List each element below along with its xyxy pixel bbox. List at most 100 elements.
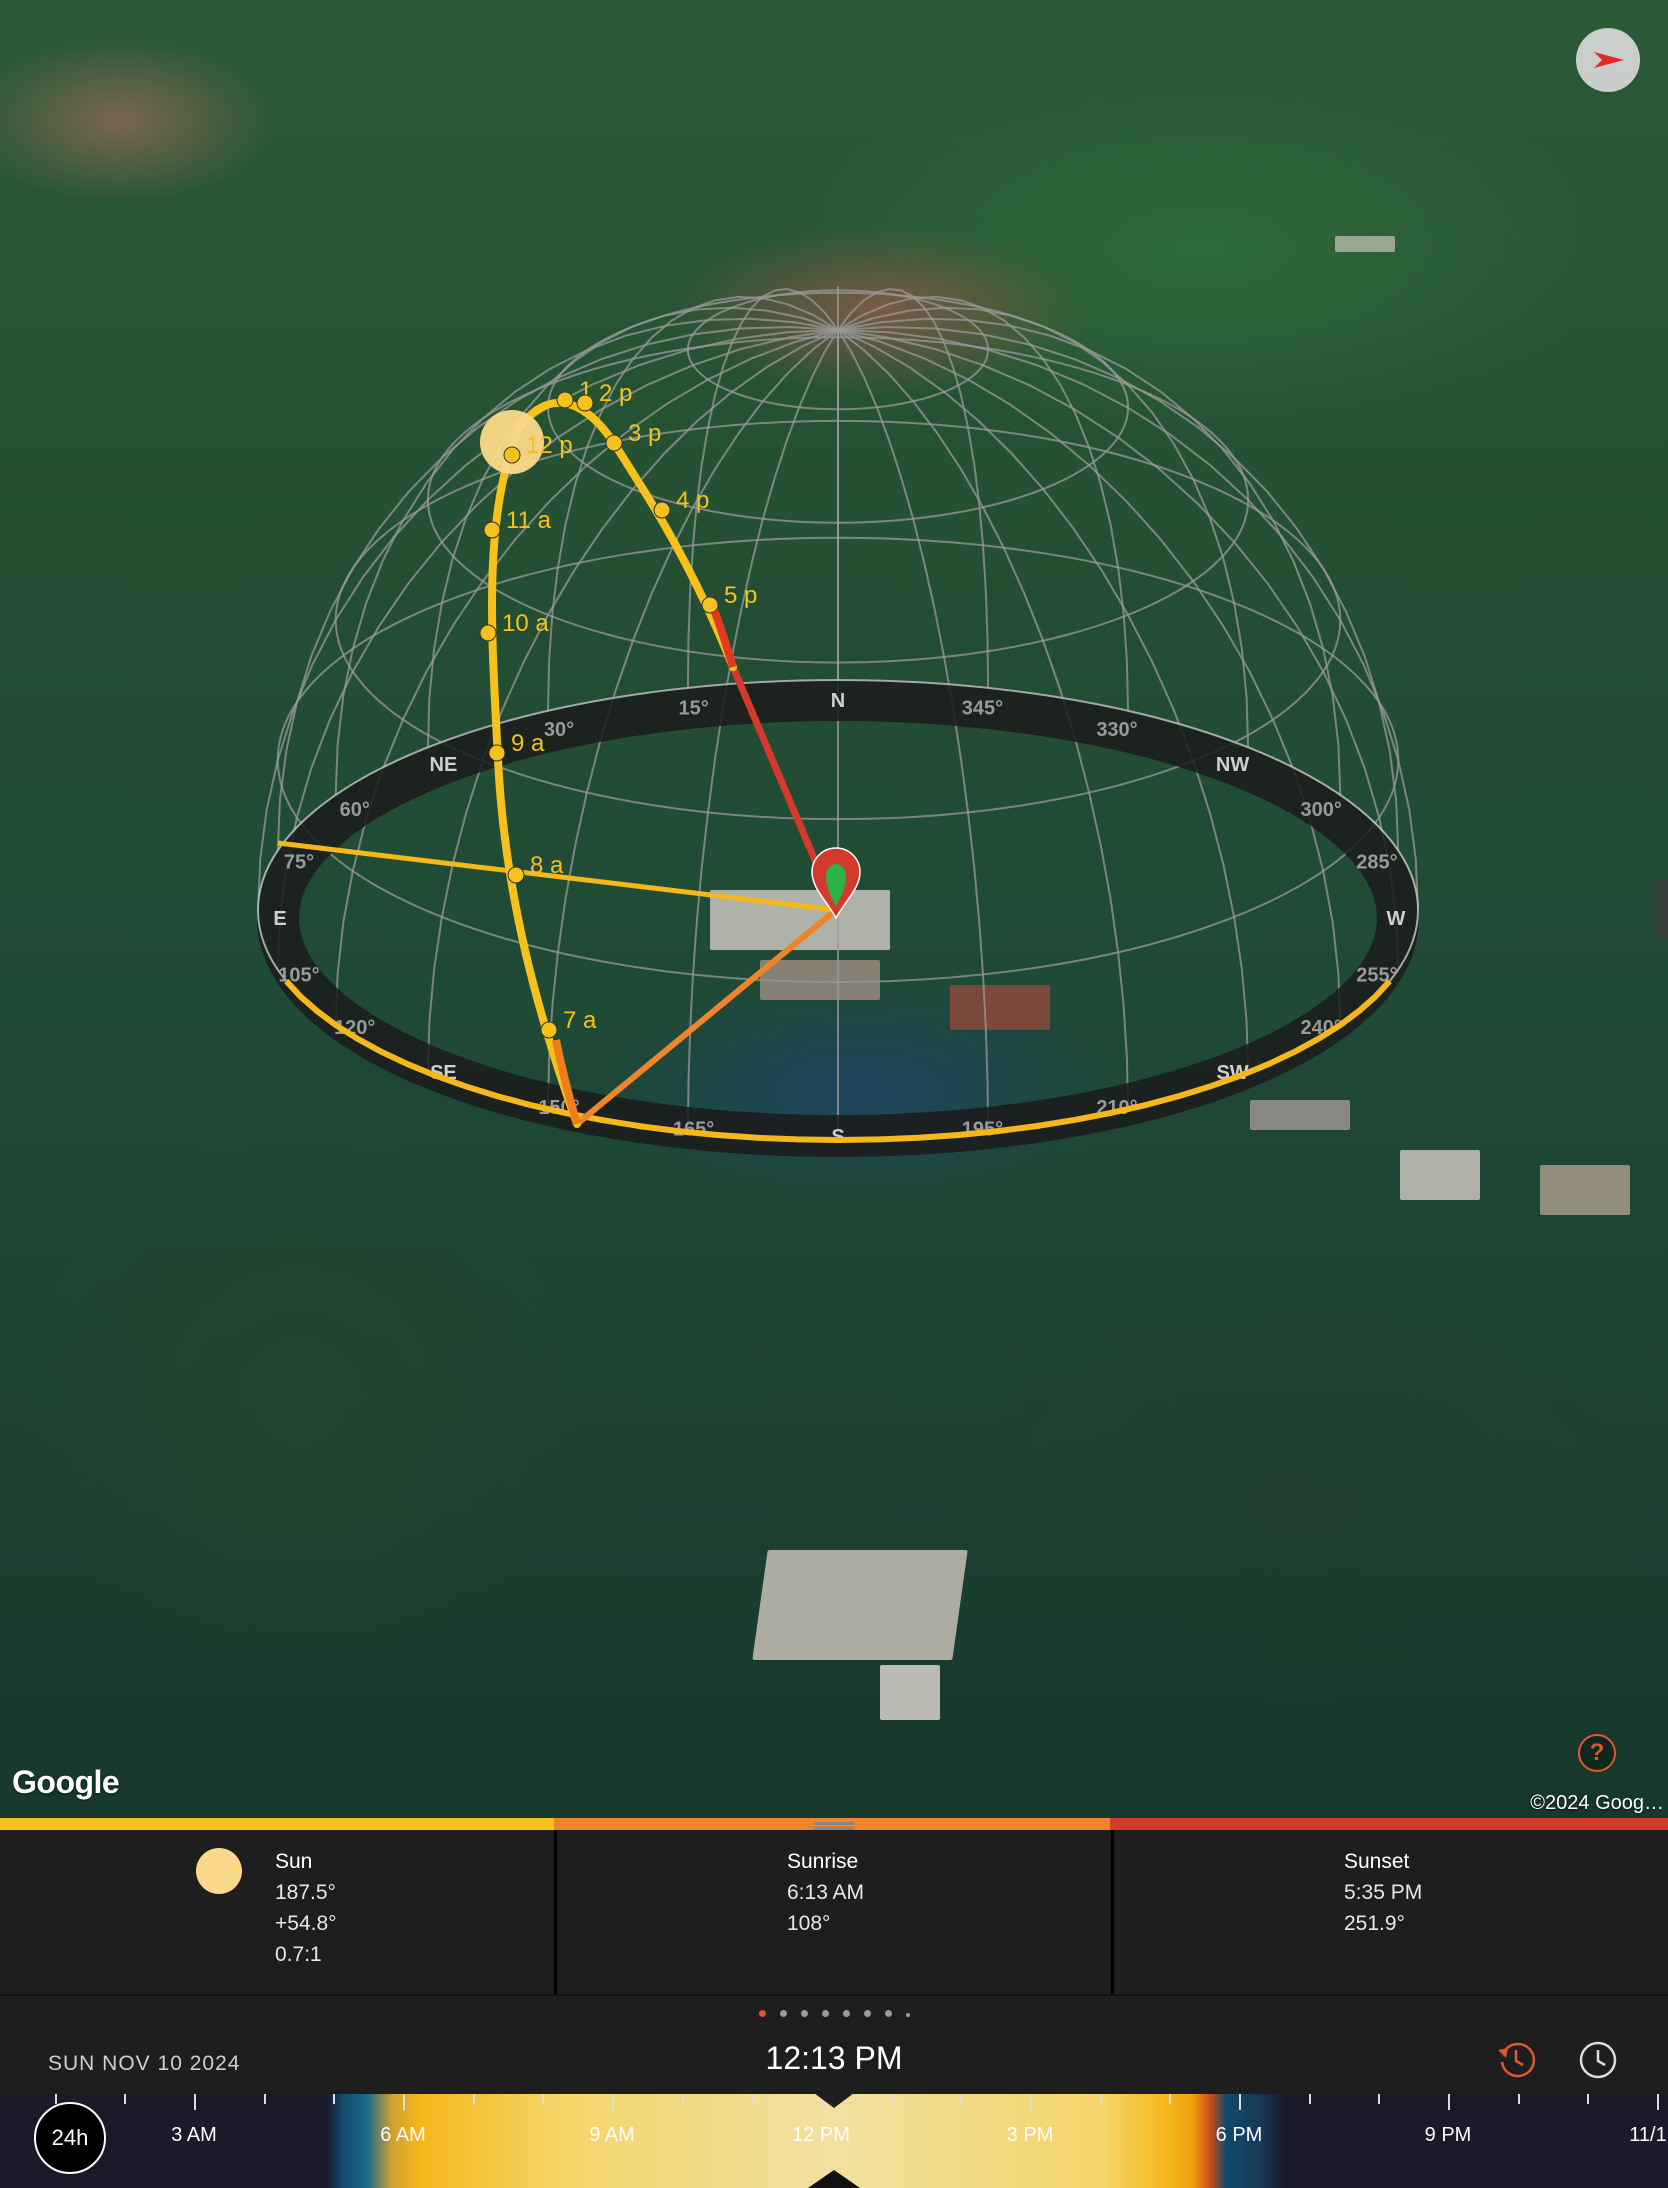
compass-button[interactable] — [1576, 28, 1640, 92]
page-dot[interactable] — [884, 2010, 892, 2017]
timeline-tick — [1657, 2094, 1659, 2110]
timeline-tick — [960, 2094, 963, 2104]
timeline-tick — [1448, 2094, 1450, 2110]
ring-label: NE — [430, 754, 458, 776]
red-arrow-icon — [1594, 52, 1624, 68]
map-view[interactable]: 240° 255° W 285° 300° NW 330° 345° N 15° 30° NE 60° 7… — [0, 0, 1668, 1818]
ring-label: 75° — [284, 852, 314, 874]
timeline-label: 3 PM — [1006, 2124, 1054, 2146]
timeline-tick — [472, 2094, 475, 2104]
page-dot[interactable] — [758, 2010, 766, 2017]
timeline-tick — [542, 2094, 545, 2104]
page-dot[interactable] — [821, 2010, 829, 2017]
timeline-tick — [1587, 2094, 1590, 2104]
timeline-tick — [612, 2094, 614, 2110]
ring-label: W — [1387, 908, 1406, 930]
timeline-label: 6 PM — [1215, 2124, 1263, 2146]
google-logo: Google — [12, 1764, 120, 1800]
hour-label: 7 a — [563, 1007, 597, 1034]
time-pointer-bottom — [808, 2170, 860, 2188]
history-icon[interactable] — [1494, 2038, 1538, 2082]
dome-meridian — [837, 329, 1400, 970]
24h-mode-button[interactable]: 24h — [34, 2102, 106, 2174]
timeline-tick — [1169, 2094, 1172, 2104]
page-dot[interactable] — [905, 2013, 910, 2017]
timeline-tick — [1308, 2094, 1311, 2104]
hour-marker — [540, 1021, 558, 1039]
hour-marker — [507, 866, 525, 884]
timeline-tick — [403, 2094, 405, 2110]
timeline-tick — [1239, 2094, 1241, 2110]
hour-label: 11 a — [506, 507, 552, 534]
side-panel-handle[interactable] — [1654, 880, 1668, 940]
time-pointer-top — [810, 2090, 858, 2108]
sunrise-time: 6:13 AM — [787, 1881, 865, 1904]
sun-azimuth: 187.5° — [275, 1881, 336, 1904]
panel-divider — [1111, 1830, 1114, 1994]
hour-label: 2 p — [599, 380, 632, 407]
timeline-tick — [681, 2094, 684, 2104]
timeline-tick — [124, 2094, 127, 2104]
timeline-tick — [333, 2094, 336, 2104]
hour-marker — [503, 446, 521, 464]
hour-marker — [556, 391, 574, 409]
dome-meridian — [837, 329, 990, 1133]
sunrise-azimuth: 108° — [787, 1912, 831, 1935]
sun-color-bar — [0, 1818, 554, 1830]
hour-marker — [576, 394, 594, 412]
sun-icon — [196, 1848, 242, 1894]
dome-meridian — [837, 287, 990, 688]
page-dot[interactable] — [779, 2010, 787, 2017]
clock-icon[interactable] — [1576, 2038, 1620, 2082]
page-dot[interactable] — [863, 2010, 871, 2017]
sunrise-title: Sunrise — [787, 1850, 859, 1873]
dome-meridian — [686, 287, 839, 688]
timeline-tick — [194, 2094, 196, 2110]
dome-meridian — [334, 329, 839, 1026]
timeline-label: 9 PM — [1424, 2124, 1472, 2146]
timeline-tick — [263, 2094, 266, 2104]
hour-marker — [479, 624, 497, 642]
timeline-label: 11/1 — [1629, 2124, 1667, 2146]
sunset-azimuth: 251.9° — [1344, 1912, 1405, 1935]
sunrise-info-cell[interactable]: Sunrise 6:13 AM 108° — [787, 1830, 864, 2010]
page-dot[interactable] — [842, 2010, 850, 2017]
timeline-label: 3 AM — [171, 2124, 217, 2146]
timeline-tick — [890, 2094, 893, 2104]
page-indicator[interactable] — [0, 2010, 1668, 2017]
dome-meridian — [837, 295, 1129, 711]
sunset-color-bar — [1110, 1818, 1668, 1830]
sun-shadow-ratio: 0.7:1 — [275, 1943, 322, 1966]
help-button[interactable]: ? — [1578, 1734, 1616, 1772]
hour-marker — [605, 434, 623, 452]
sun-elevation: +54.8° — [275, 1912, 337, 1935]
ring-label: N — [831, 690, 845, 712]
ring-label: 300° — [1301, 799, 1342, 821]
info-panel: Sun 187.5° +54.8° 0.7:1 Sunrise 6:13 AM … — [0, 1818, 1668, 1994]
ring-label: 15° — [678, 697, 708, 719]
hour-label: 10 a — [502, 610, 549, 637]
sun-info-cell[interactable]: Sun 187.5° +54.8° 0.7:1 — [275, 1830, 337, 2010]
hour-marker — [701, 596, 719, 614]
page-dot[interactable] — [800, 2010, 808, 2017]
timeline-tick — [1030, 2094, 1032, 2110]
time-label[interactable]: 12:13 PM — [0, 2040, 1668, 2077]
hour-marker — [488, 744, 506, 762]
ring-label: 30° — [544, 719, 574, 741]
ring-label: 345° — [962, 697, 1003, 719]
sunrise-line — [575, 907, 838, 1127]
hour-label: 12 p — [526, 432, 573, 459]
ring-label: 285° — [1356, 852, 1397, 874]
timeline-tick — [751, 2094, 754, 2104]
panel-divider — [554, 1830, 557, 1994]
hour-label: 8 a — [530, 852, 564, 879]
map-copyright[interactable]: ©2024 Goog… — [1530, 1792, 1664, 1815]
dome-meridian — [837, 329, 1342, 1026]
sunset-info-cell[interactable]: Sunset 5:35 PM 251.9° — [1344, 1830, 1422, 2010]
sunset-title: Sunset — [1344, 1850, 1410, 1873]
timeline-tick — [1099, 2094, 1102, 2104]
hour-marker — [483, 521, 501, 539]
ring-label: E — [273, 908, 286, 930]
timeline-label: 6 AM — [380, 2124, 426, 2146]
panel-drag-handle[interactable] — [814, 1822, 854, 1825]
